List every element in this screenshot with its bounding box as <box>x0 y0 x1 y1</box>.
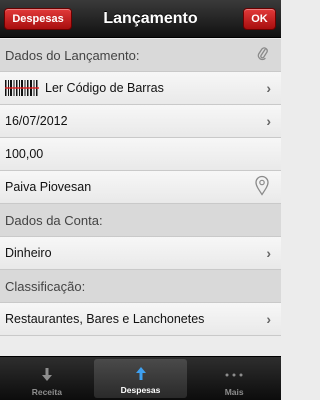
chevron-right-icon: › <box>266 113 271 129</box>
chevron-right-icon: › <box>266 311 271 327</box>
classificacao-value: Restaurantes, Bares e Lanchonetes <box>5 312 205 326</box>
section-header-conta: Dados da Conta: <box>0 204 281 237</box>
chevron-right-icon: › <box>266 245 271 261</box>
location-value: Paiva Piovesan <box>5 180 92 194</box>
conta-row[interactable]: Dinheiro › <box>0 237 281 270</box>
tab-despesas[interactable]: Despesas <box>93 359 188 398</box>
tab-label: Receita <box>31 387 62 397</box>
tab-label: Despesas <box>120 385 161 395</box>
barcode-row[interactable]: Ler Código de Barras › <box>0 72 281 105</box>
location-row[interactable]: Paiva Piovesan <box>0 171 281 204</box>
form-list: Dados do Lançamento: Ler Código de Barra… <box>0 39 281 336</box>
section-header-lancamento: Dados do Lançamento: <box>0 39 281 72</box>
amount-value: 100,00 <box>5 147 44 161</box>
date-value: 16/07/2012 <box>5 114 68 128</box>
ok-button[interactable]: OK <box>243 8 276 30</box>
date-row[interactable]: 16/07/2012 › <box>0 105 281 138</box>
navigation-bar: Despesas Lançamento OK <box>0 0 281 38</box>
location-pin-icon[interactable] <box>255 175 269 199</box>
section-label: Dados do Lançamento: <box>5 47 140 63</box>
chevron-right-icon: › <box>266 80 271 96</box>
section-header-classificacao: Classificação: <box>0 270 281 303</box>
amount-row[interactable]: 100,00 <box>0 138 281 171</box>
tab-label: Mais <box>224 387 244 397</box>
arrow-down-icon <box>41 365 52 385</box>
conta-value: Dinheiro <box>5 246 52 260</box>
more-dots-icon <box>225 365 243 385</box>
classificacao-row[interactable]: Restaurantes, Bares e Lanchonetes › <box>0 303 281 336</box>
arrow-up-icon <box>135 363 146 383</box>
section-label: Classificação: <box>5 278 86 294</box>
paperclip-icon[interactable] <box>257 47 269 64</box>
tab-receita[interactable]: Receita <box>0 357 94 400</box>
tab-bar: Receita Despesas Mais <box>0 356 281 400</box>
barcode-icon <box>5 80 39 96</box>
back-button[interactable]: Despesas <box>4 8 72 30</box>
section-label: Dados da Conta: <box>5 212 103 228</box>
page-title: Lançamento <box>103 10 198 27</box>
barcode-label: Ler Código de Barras <box>45 81 164 95</box>
tab-mais[interactable]: Mais <box>187 357 281 400</box>
